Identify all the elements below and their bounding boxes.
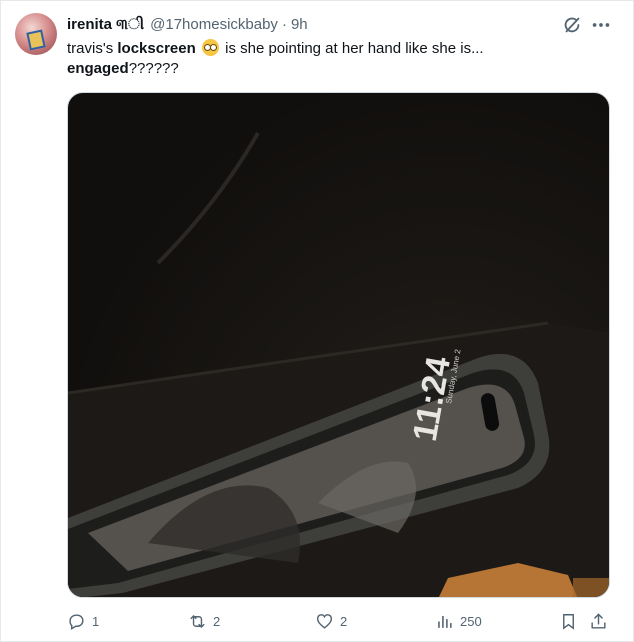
tweet-text-part: travis's bbox=[67, 40, 118, 57]
more-icon[interactable] bbox=[590, 14, 612, 36]
bookmark-button[interactable] bbox=[559, 609, 578, 633]
tweet-card[interactable]: irenita ୩ી @17homesickbaby · 9h travis's… bbox=[0, 0, 634, 642]
tweet-media-image[interactable]: 11:24 Sunday, June 2 bbox=[67, 92, 610, 598]
reply-button[interactable]: 1 bbox=[67, 609, 99, 633]
action-bar: 1 2 2 250 bbox=[67, 609, 612, 633]
tweet-text-bold: lockscreen bbox=[117, 40, 196, 57]
user-handle[interactable]: @17homesickbaby bbox=[150, 16, 278, 33]
tweet-time[interactable]: 9h bbox=[291, 16, 308, 33]
reply-icon bbox=[69, 613, 84, 630]
avatar-detail bbox=[26, 29, 46, 51]
view-count: 250 bbox=[460, 613, 482, 629]
avatar[interactable] bbox=[15, 13, 57, 55]
phone-photo: 11:24 Sunday, June 2 bbox=[68, 132, 609, 597]
tweet-text-part: is she pointing at her hand like she is.… bbox=[220, 40, 484, 57]
repost-icon bbox=[190, 614, 205, 628]
views-icon bbox=[438, 615, 452, 628]
tweet-header: irenita ୩ી @17homesickbaby · 9h bbox=[67, 13, 308, 35]
like-button[interactable]: 2 bbox=[315, 609, 347, 633]
repost-count: 2 bbox=[213, 613, 221, 629]
views-button[interactable]: 250 bbox=[435, 609, 482, 633]
grok-icon[interactable] bbox=[561, 14, 583, 36]
heart-icon bbox=[316, 613, 333, 629]
repost-button[interactable]: 2 bbox=[188, 609, 220, 633]
separator-dot: · bbox=[281, 15, 287, 33]
tweet-text: travis's lockscreen is she pointing at h… bbox=[67, 39, 612, 79]
reply-count: 1 bbox=[92, 613, 100, 629]
tweet-text-part: ?????? bbox=[128, 60, 179, 77]
display-name[interactable]: irenita ୩ી bbox=[67, 16, 144, 33]
bookmark-icon bbox=[563, 613, 574, 630]
share-button[interactable] bbox=[589, 609, 608, 633]
pleading-face-emoji-icon bbox=[201, 39, 219, 56]
tweet-text-bold: engaged bbox=[67, 60, 129, 77]
share-icon bbox=[591, 613, 606, 629]
like-count: 2 bbox=[340, 613, 348, 629]
